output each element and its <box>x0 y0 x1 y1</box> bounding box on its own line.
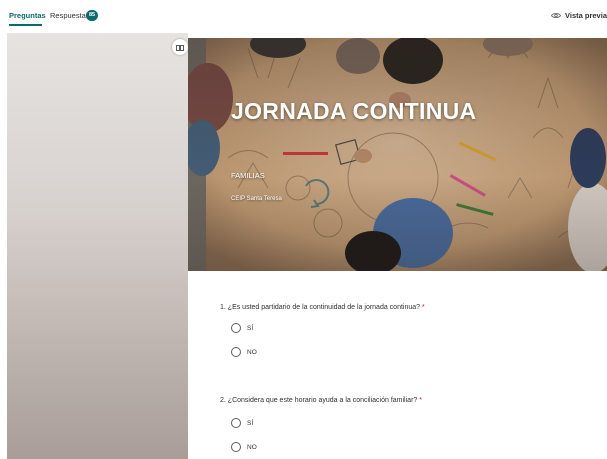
tab-responses[interactable]: Respuestas <box>50 11 90 21</box>
option-label: SÍ <box>247 324 254 332</box>
tab-questions[interactable]: Preguntas <box>9 11 46 21</box>
question-1[interactable]: 1. ¿Es usted partidario de la continuida… <box>220 304 425 311</box>
radio-button[interactable] <box>231 418 241 428</box>
question-number: 1. <box>220 304 226 311</box>
preview-label: Vista previa <box>565 11 607 20</box>
question-2-option-si[interactable]: SÍ <box>231 418 253 428</box>
question-2-option-no[interactable]: NO <box>231 442 257 452</box>
form-school: CEIP Santa Teresa <box>231 196 282 202</box>
question-text: ¿Es usted partidario de la continuidad d… <box>227 304 421 311</box>
form-header-banner: JORNADA CONTINUA FAMILIAS CEIP Santa Ter… <box>188 38 607 271</box>
required-mark: * <box>422 304 425 311</box>
layout-columns-icon <box>176 38 184 56</box>
question-text: ¿Considera que este horario ayuda a la c… <box>227 397 418 404</box>
option-label: SÍ <box>247 419 254 427</box>
layout-toggle-button[interactable] <box>172 39 188 55</box>
eye-icon <box>551 12 561 19</box>
header-photo <box>188 38 607 271</box>
question-number: 2. <box>220 397 226 404</box>
question-1-option-no[interactable]: NO <box>231 347 257 357</box>
form-questions-area: 1. ¿Es usted partidario de la continuida… <box>188 282 607 459</box>
left-theme-panel <box>7 33 188 459</box>
option-label: NO <box>247 443 257 451</box>
responses-count-badge: 85 <box>86 10 98 21</box>
form-title: JORNADA CONTINUA <box>231 98 477 124</box>
tab-active-indicator <box>9 24 42 26</box>
radio-button[interactable] <box>231 347 241 357</box>
radio-button[interactable] <box>231 323 241 333</box>
top-tab-bar: Preguntas Respuestas 85 Vista previa <box>0 0 607 30</box>
required-mark: * <box>419 397 422 404</box>
question-2[interactable]: 2. ¿Considera que este horario ayuda a l… <box>220 397 422 404</box>
question-1-option-si[interactable]: SÍ <box>231 323 253 333</box>
radio-button[interactable] <box>231 442 241 452</box>
form-subtitle: FAMILIAS <box>231 171 265 180</box>
preview-button[interactable]: Vista previa <box>551 11 607 20</box>
option-label: NO <box>247 348 257 356</box>
